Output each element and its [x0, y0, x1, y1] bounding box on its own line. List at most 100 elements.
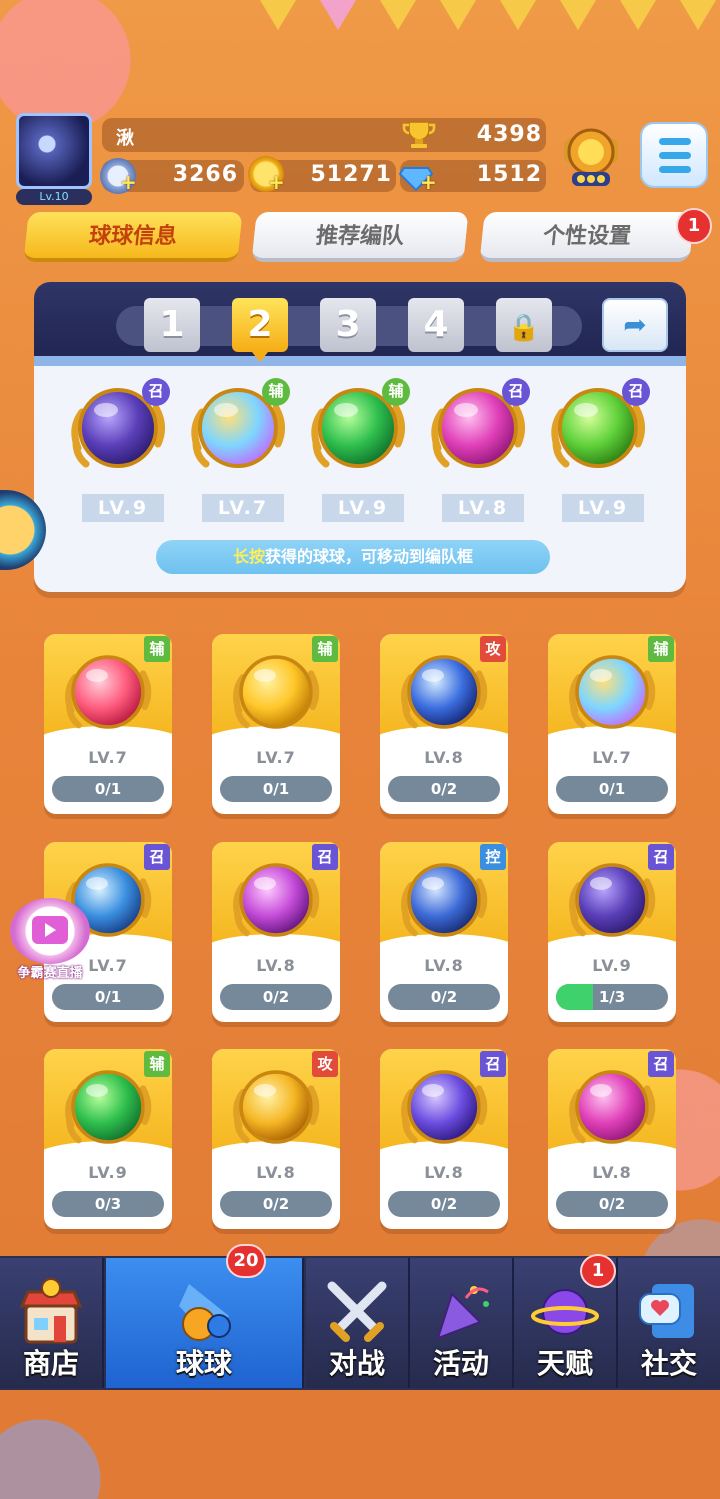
card-progress-text: 0/2 — [262, 1195, 290, 1213]
nav-balls[interactable]: 球球 — [106, 1258, 304, 1388]
share-button[interactable]: ➦ — [602, 298, 668, 352]
nav-badge: 1 — [580, 1254, 616, 1288]
mushroom-cloud-ball-icon — [233, 863, 320, 937]
drag-hint-text: 获得的球球，可移动到编队框 — [265, 547, 474, 566]
team-slot-3[interactable]: 3 — [320, 298, 376, 352]
nav-party-popper[interactable]: 活动 — [410, 1258, 514, 1388]
ball-card[interactable]: 召 LV.8 0/2 — [212, 842, 340, 1022]
balls-icon — [179, 1284, 231, 1341]
party-popper-icon — [436, 1286, 489, 1340]
card-progress-text: 0/1 — [262, 780, 290, 798]
live-stream-label: 争霸赛直播 — [17, 966, 83, 981]
ball-card[interactable]: 辅 LV.7 0/1 — [212, 634, 340, 814]
planet-icon — [531, 1289, 599, 1335]
live-stream-button[interactable] — [10, 898, 90, 964]
ball-card[interactable]: 召 LV.9 1/3 — [548, 842, 676, 1022]
card-progress-text: 0/2 — [430, 780, 458, 798]
card-progress-text: 0/3 — [94, 1195, 122, 1213]
add-coins-icon[interactable]: + — [268, 170, 285, 194]
team-ball-1[interactable]: 召 — [68, 378, 170, 478]
shop-icon — [19, 1278, 83, 1344]
lock-icon: 🔒 — [507, 313, 541, 343]
card-level: LV.8 — [424, 1163, 464, 1182]
drag-hint: 长按获得的球球，可移动到编队框 — [156, 540, 550, 574]
card-ball — [62, 1061, 154, 1153]
card-ball — [398, 854, 490, 946]
team-slot-4[interactable]: 4 — [408, 298, 464, 352]
type-tag: 辅 — [382, 378, 410, 406]
tab-personal-settings[interactable]: 个性设置 — [479, 212, 695, 262]
piggy-ball-icon — [233, 655, 320, 729]
tab-recommended-team[interactable]: 推荐编队 — [251, 212, 469, 262]
coins-value: 51271 — [310, 162, 392, 187]
type-tag: 控 — [480, 844, 506, 870]
type-tag: 召 — [144, 844, 170, 870]
card-progress-text: 0/2 — [430, 988, 458, 1006]
team-ball-5[interactable]: 召 — [548, 378, 650, 478]
team-ball-level: LV.9 — [562, 494, 644, 522]
card-progress-bar: 0/2 — [220, 1191, 332, 1217]
card-progress-text: 0/1 — [94, 988, 122, 1006]
nav-badge: 20 — [226, 1244, 266, 1278]
team-slot-locked[interactable]: 🔒 — [496, 298, 552, 352]
card-progress-text: 0/2 — [598, 1195, 626, 1213]
card-progress-text: 0/2 — [430, 1195, 458, 1213]
team-ball-level: LV.8 — [442, 494, 524, 522]
nav-label: 天赋 — [536, 1347, 593, 1380]
tv-play-icon — [32, 916, 68, 944]
rainbow-ball-icon — [569, 655, 656, 729]
share-icon: ➦ — [623, 308, 647, 341]
bunting-decoration — [240, 0, 720, 40]
card-progress-bar: 0/2 — [388, 776, 500, 802]
ball-card[interactable]: 辅 LV.7 0/1 — [44, 634, 172, 814]
card-progress-bar: 0/1 — [556, 776, 668, 802]
nav-crossed-swords[interactable]: 对战 — [306, 1258, 410, 1388]
card-progress-bar: 0/2 — [388, 984, 500, 1010]
ball-card[interactable]: 辅 LV.7 0/1 — [548, 634, 676, 814]
card-progress-bar: 0/1 — [220, 776, 332, 802]
ball-card[interactable]: 召 LV.8 0/2 — [548, 1049, 676, 1229]
nav-chat-heart[interactable]: 社交 — [618, 1258, 720, 1388]
crossed-swords-icon — [327, 1281, 387, 1342]
ball-card[interactable]: 辅 LV.9 0/3 — [44, 1049, 172, 1229]
ball-card[interactable]: 控 LV.8 0/2 — [380, 842, 508, 1022]
team-ball-3[interactable]: 辅 — [308, 378, 410, 478]
type-tag: 召 — [648, 844, 674, 870]
type-tag: 辅 — [648, 636, 674, 662]
card-progress-text: 0/1 — [94, 780, 122, 798]
team-slot-2[interactable]: 2 — [232, 298, 288, 362]
nav-shop[interactable]: 商店 — [0, 1258, 104, 1388]
team-ball-level: LV.9 — [322, 494, 404, 522]
team-ball-4[interactable]: 召 — [428, 378, 530, 478]
add-gems-icon[interactable]: + — [420, 170, 437, 194]
gift-ball-icon — [65, 655, 152, 729]
add-resource-a-icon[interactable]: + — [120, 170, 137, 194]
card-level: LV.7 — [256, 748, 296, 767]
ball-card[interactable]: 攻 LV.8 0/2 — [212, 1049, 340, 1229]
nav-label: 商店 — [22, 1347, 79, 1380]
ball-card[interactable]: 攻 LV.8 0/2 — [380, 634, 508, 814]
card-progress-bar: 0/1 — [52, 776, 164, 802]
card-ball — [566, 854, 658, 946]
ghost-ball-icon — [569, 863, 656, 937]
gold-blade-ball-icon — [233, 1070, 320, 1144]
card-ball — [230, 646, 322, 738]
nav-label: 活动 — [432, 1347, 489, 1380]
settings-notification-badge: 1 — [676, 208, 712, 244]
orbit-ball-icon — [401, 1070, 488, 1144]
card-progress-bar: 0/1 — [52, 984, 164, 1010]
menu-button[interactable] — [640, 122, 708, 188]
card-progress-bar: 0/3 — [52, 1191, 164, 1217]
type-tag: 召 — [312, 844, 338, 870]
ball-card[interactable]: 召 LV.8 0/2 — [380, 1049, 508, 1229]
tab-ball-info[interactable]: 球球信息 — [23, 212, 243, 262]
team-slot-1[interactable]: 1 — [144, 298, 200, 352]
bottom-background — [0, 1390, 720, 1499]
type-tag: 召 — [480, 1051, 506, 1077]
team-ball-2[interactable]: 辅 — [188, 378, 290, 478]
rank-badge-icon[interactable] — [560, 122, 622, 190]
resource-a-value: 3266 — [172, 162, 238, 187]
gems-value: 1512 — [476, 162, 542, 187]
nav-label: 对战 — [328, 1347, 385, 1380]
player-avatar[interactable] — [16, 113, 92, 189]
